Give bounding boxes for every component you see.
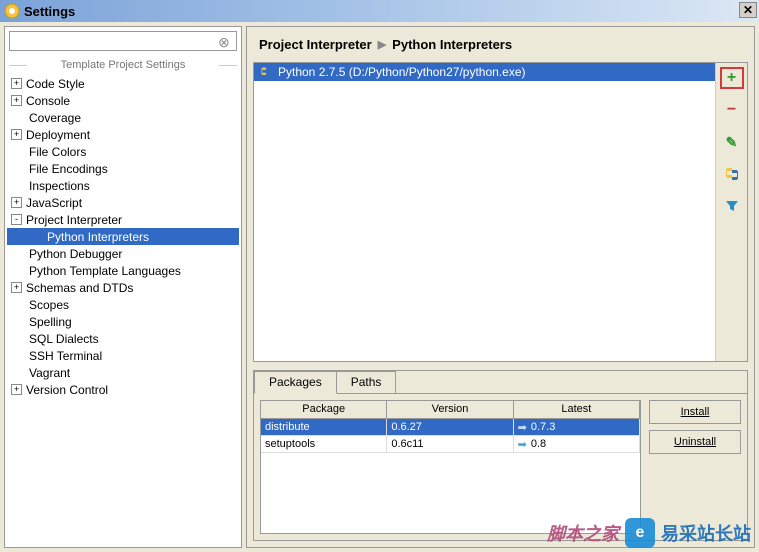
tree-item-label: Python Debugger (29, 247, 122, 261)
tree-item[interactable]: + Schemas and DTDs (7, 279, 239, 296)
tree-item-label: Inspections (29, 179, 90, 193)
col-header-latest[interactable]: Latest (514, 401, 640, 419)
packages-table: Package Version Latest distribute0.6.27➡… (260, 400, 641, 534)
tab-packages[interactable]: Packages (254, 371, 337, 394)
add-interpreter-button[interactable]: + (720, 67, 744, 89)
table-cell-latest: ➡0.7.3 (514, 419, 640, 436)
packages-table-header: Package Version Latest (261, 401, 640, 419)
window-title: Settings (24, 4, 75, 19)
remove-interpreter-button[interactable]: − (720, 99, 744, 121)
table-cell-package: setuptools (261, 436, 387, 453)
search-clear-icon[interactable]: ⊗ (218, 34, 232, 48)
table-cell-version: 0.6.27 (387, 419, 513, 436)
app-icon (4, 3, 20, 19)
upgrade-arrow-icon: ➡ (518, 421, 527, 434)
settings-tree: + Code Style + Console Coverage + Deployment Fi… (5, 75, 241, 547)
tree-section-header: Template Project Settings (5, 55, 241, 75)
package-buttons: Install Uninstall (649, 400, 741, 534)
tree-item-label: Python Interpreters (47, 230, 149, 244)
tree-item[interactable]: Vagrant (7, 364, 239, 381)
tree-item-label: Schemas and DTDs (26, 281, 133, 295)
python-tool-button[interactable] (720, 163, 744, 185)
tree-item-label: Console (26, 94, 70, 108)
expand-icon[interactable]: + (11, 129, 22, 140)
breadcrumb-part: Python Interpreters (392, 37, 512, 52)
expand-icon[interactable]: + (11, 197, 22, 208)
interpreter-label: Python 2.7.5 (D:/Python/Python27/python.… (278, 65, 526, 79)
search-input[interactable] (14, 34, 218, 48)
tree-item-label: File Encodings (29, 162, 108, 176)
expand-icon[interactable]: + (11, 282, 22, 293)
filter-icon (725, 199, 739, 213)
tree-item[interactable]: Inspections (7, 177, 239, 194)
tree-item[interactable]: + Deployment (7, 126, 239, 143)
col-header-version[interactable]: Version (387, 401, 513, 419)
tree-item[interactable]: + Code Style (7, 75, 239, 92)
tree-item-label: SSH Terminal (29, 349, 102, 363)
tree-item-label: Version Control (26, 383, 108, 397)
collapse-icon[interactable]: - (11, 214, 22, 225)
tree-item[interactable]: + Version Control (7, 381, 239, 398)
tree-item[interactable]: Python Debugger (7, 245, 239, 262)
python-icon (260, 66, 272, 78)
tree-item[interactable]: -Project Interpreter (7, 211, 239, 228)
upgrade-arrow-icon: ➡ (518, 438, 527, 451)
tree-item[interactable]: Coverage (7, 109, 239, 126)
chevron-right-icon: ▶ (378, 38, 386, 51)
packages-paths-tabs: Packages Paths Package Version Latest di… (253, 370, 748, 541)
filter-button[interactable] (720, 195, 744, 217)
col-header-package[interactable]: Package (261, 401, 387, 419)
install-button[interactable]: Install (649, 400, 741, 424)
uninstall-button[interactable]: Uninstall (649, 430, 741, 454)
interpreter-toolbar: + − ✎ (715, 63, 747, 361)
tree-item-label: Scopes (29, 298, 69, 312)
interpreter-list[interactable]: Python 2.7.5 (D:/Python/Python27/python.… (254, 63, 715, 361)
tree-item[interactable]: Spelling (7, 313, 239, 330)
tree-item[interactable]: + Console (7, 92, 239, 109)
tree-item[interactable]: SQL Dialects (7, 330, 239, 347)
table-cell-package: distribute (261, 419, 387, 436)
tree-item[interactable]: File Colors (7, 143, 239, 160)
breadcrumb: Project Interpreter ▶ Python Interpreter… (253, 33, 748, 56)
tree-item-label: Code Style (26, 77, 85, 91)
tree-item-label: Deployment (26, 128, 90, 142)
tab-content: Package Version Latest distribute0.6.27➡… (254, 393, 747, 540)
tree-item[interactable]: File Encodings (7, 160, 239, 177)
tree-item[interactable]: + JavaScript (7, 194, 239, 211)
tree-item[interactable]: Python Interpreters (7, 228, 239, 245)
tab-paths[interactable]: Paths (336, 371, 397, 393)
left-panel: ⊗ Template Project Settings +Code Style+… (4, 26, 242, 548)
expand-icon[interactable]: + (11, 78, 22, 89)
tree-item[interactable]: Python Template Languages (7, 262, 239, 279)
edit-interpreter-button[interactable]: ✎ (720, 131, 744, 153)
titlebar: Settings ✕ (0, 0, 759, 22)
tree-item-label: Spelling (29, 315, 72, 329)
tree-item[interactable]: SSH Terminal (7, 347, 239, 364)
python-icon (724, 166, 740, 182)
tree-item[interactable]: Scopes (7, 296, 239, 313)
table-cell-latest: ➡0.8 (514, 436, 640, 453)
expand-icon[interactable]: + (11, 95, 22, 106)
tree-item-label: Python Template Languages (29, 264, 181, 278)
interpreter-row[interactable]: Python 2.7.5 (D:/Python/Python27/python.… (254, 63, 715, 81)
search-box: ⊗ (9, 31, 237, 51)
tree-item-label: SQL Dialects (29, 332, 99, 346)
table-row[interactable]: distribute0.6.27➡0.7.3 (261, 419, 640, 436)
interpreter-list-box: Python 2.7.5 (D:/Python/Python27/python.… (253, 62, 748, 362)
table-row[interactable]: setuptools0.6c11➡0.8 (261, 436, 640, 453)
expand-icon[interactable]: + (11, 384, 22, 395)
close-button[interactable]: ✕ (739, 2, 757, 18)
tree-item-label: Vagrant (29, 366, 70, 380)
breadcrumb-part[interactable]: Project Interpreter (259, 37, 372, 52)
tree-item-label: File Colors (29, 145, 86, 159)
tree-item-label: Project Interpreter (26, 213, 122, 227)
tree-item-label: JavaScript (26, 196, 82, 210)
tree-item-label: Coverage (29, 111, 81, 125)
tabs-header: Packages Paths (254, 371, 747, 393)
right-panel: Project Interpreter ▶ Python Interpreter… (246, 26, 755, 548)
table-cell-version: 0.6c11 (387, 436, 513, 453)
